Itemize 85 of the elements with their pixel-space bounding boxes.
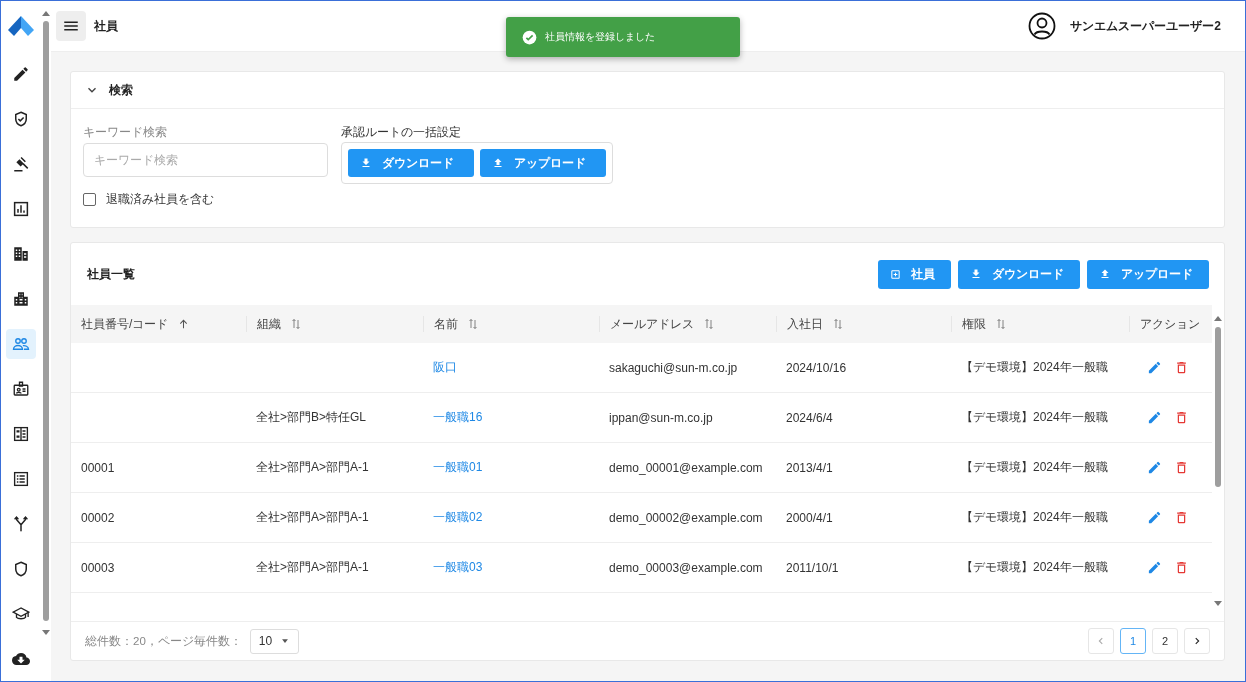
- employee-name-link[interactable]: 一般職01: [433, 460, 483, 474]
- bar-chart-icon: [12, 199, 30, 218]
- edit-icon[interactable]: [1147, 460, 1162, 475]
- edit-icon[interactable]: [1147, 560, 1162, 575]
- table-cell-text: 【デモ環境】2024年一般職: [960, 509, 1109, 526]
- group-label: 承認ルートの一括設定: [341, 124, 462, 141]
- page-button[interactable]: 1: [1120, 628, 1146, 654]
- column-header[interactable]: 社員番号/コード: [81, 315, 169, 333]
- delete-icon[interactable]: [1174, 560, 1189, 575]
- user-icon: [1028, 12, 1057, 40]
- table-cell-text: 2013/4/1: [785, 460, 834, 475]
- logo: [6, 14, 36, 38]
- table-cell-text: 2000/4/1: [785, 510, 834, 525]
- download-button[interactable]: ダウンロード: [958, 259, 1080, 289]
- employee-name-link[interactable]: 一般職03: [433, 560, 483, 574]
- table-cell-text: sakaguchi@sun-m.co.jp: [608, 360, 739, 375]
- chevron-left-icon: [1096, 636, 1106, 646]
- table-cell-text: 2024/10/16: [785, 360, 848, 375]
- delete-icon[interactable]: [1174, 360, 1189, 375]
- delete-icon[interactable]: [1174, 510, 1189, 525]
- table-cell-text: 【デモ環境】2024年一般職: [960, 459, 1109, 476]
- table-cell-text: demo_00002@example.com: [608, 510, 764, 525]
- upload-icon: [492, 157, 504, 169]
- column-header[interactable]: メールアドレス: [610, 315, 694, 333]
- table-cell-text: 00001: [80, 460, 116, 475]
- upload-button[interactable]: アップロード: [1087, 259, 1209, 289]
- shield-check-icon: [12, 109, 30, 128]
- badge-icon: [12, 379, 30, 398]
- page-title: 社員: [94, 17, 118, 35]
- search-section-title: 検索: [109, 81, 133, 99]
- gavel-icon: [12, 154, 30, 173]
- pagination-summary: 総件数：20，ページ毎件数：: [85, 633, 242, 649]
- table-cell-text: 00002: [80, 510, 116, 525]
- upload-icon: [1099, 268, 1111, 280]
- employee-name-link[interactable]: 一般職02: [433, 510, 483, 524]
- download-icon: [360, 157, 372, 169]
- column-header[interactable]: 入社日: [787, 315, 823, 333]
- download-icon: [970, 268, 982, 280]
- user-name: サンエムスーパーユーザー2: [1070, 17, 1221, 35]
- shield-icon: [12, 559, 30, 578]
- toast-message: 社員情報を登録しました: [545, 30, 655, 44]
- edit-icon[interactable]: [1147, 510, 1162, 525]
- employee-name-link[interactable]: 一般職16: [433, 410, 483, 424]
- table-cell-text: 2024/6/4: [785, 410, 834, 425]
- table-cell-text: 2011/10/1: [785, 560, 840, 575]
- delete-icon[interactable]: [1174, 460, 1189, 475]
- edit-icon[interactable]: [1147, 410, 1162, 425]
- add-box-icon: [890, 268, 901, 280]
- fork-icon: [12, 514, 30, 533]
- page-button[interactable]: 2: [1152, 628, 1178, 654]
- table-cell-text: demo_00003@example.com: [608, 560, 764, 575]
- add-employee-button[interactable]: 社員: [878, 259, 951, 289]
- column-header[interactable]: 名前: [434, 315, 458, 333]
- table-cell-text: ippan@sun-m.co.jp: [608, 410, 714, 425]
- upload-button[interactable]: アップロード: [480, 149, 606, 177]
- field-label: キーワード検索: [83, 124, 168, 141]
- page-size-select[interactable]: 10: [249, 628, 300, 654]
- building-icon: [12, 244, 30, 263]
- keyword-search-field[interactable]: キーワード検索: [83, 143, 328, 177]
- list-icon: [12, 469, 30, 488]
- check-circle-icon: [522, 29, 537, 45]
- edit-icon[interactable]: [1147, 360, 1162, 375]
- table-cell-text: demo_00001@example.com: [608, 460, 764, 475]
- buildings-icon: [12, 289, 30, 308]
- column-header[interactable]: 権限: [962, 315, 986, 333]
- delete-icon[interactable]: [1174, 410, 1189, 425]
- checkbox-label: 退職済み社員を含む: [106, 191, 214, 208]
- menu-button[interactable]: [56, 11, 86, 41]
- table-cell-text: 全社>部門B>特任GL: [255, 409, 368, 426]
- table-cell-text: 【デモ環境】2024年一般職: [960, 359, 1109, 376]
- card-list-icon: [12, 424, 30, 443]
- column-header[interactable]: 組織: [257, 315, 281, 333]
- table-cell-text: 【デモ環境】2024年一般職: [960, 409, 1109, 426]
- download-button[interactable]: ダウンロード: [348, 149, 474, 177]
- table-cell-text: 全社>部門A>部門A-1: [255, 459, 370, 476]
- checkbox[interactable]: [83, 193, 96, 206]
- list-title: 社員一覧: [87, 265, 136, 283]
- table-cell-text: 全社>部門A>部門A-1: [255, 509, 370, 526]
- pencil-icon: [12, 64, 30, 83]
- table-cell-text: 00003: [80, 560, 116, 575]
- employee-name-link[interactable]: 阪口: [433, 360, 457, 374]
- chevron-right-icon: [1192, 636, 1202, 646]
- column-header: アクション: [1140, 315, 1200, 333]
- table-cell-text: 全社>部門A>部門A-1: [255, 559, 370, 576]
- table-cell-text: 【デモ環境】2024年一般職: [960, 559, 1109, 576]
